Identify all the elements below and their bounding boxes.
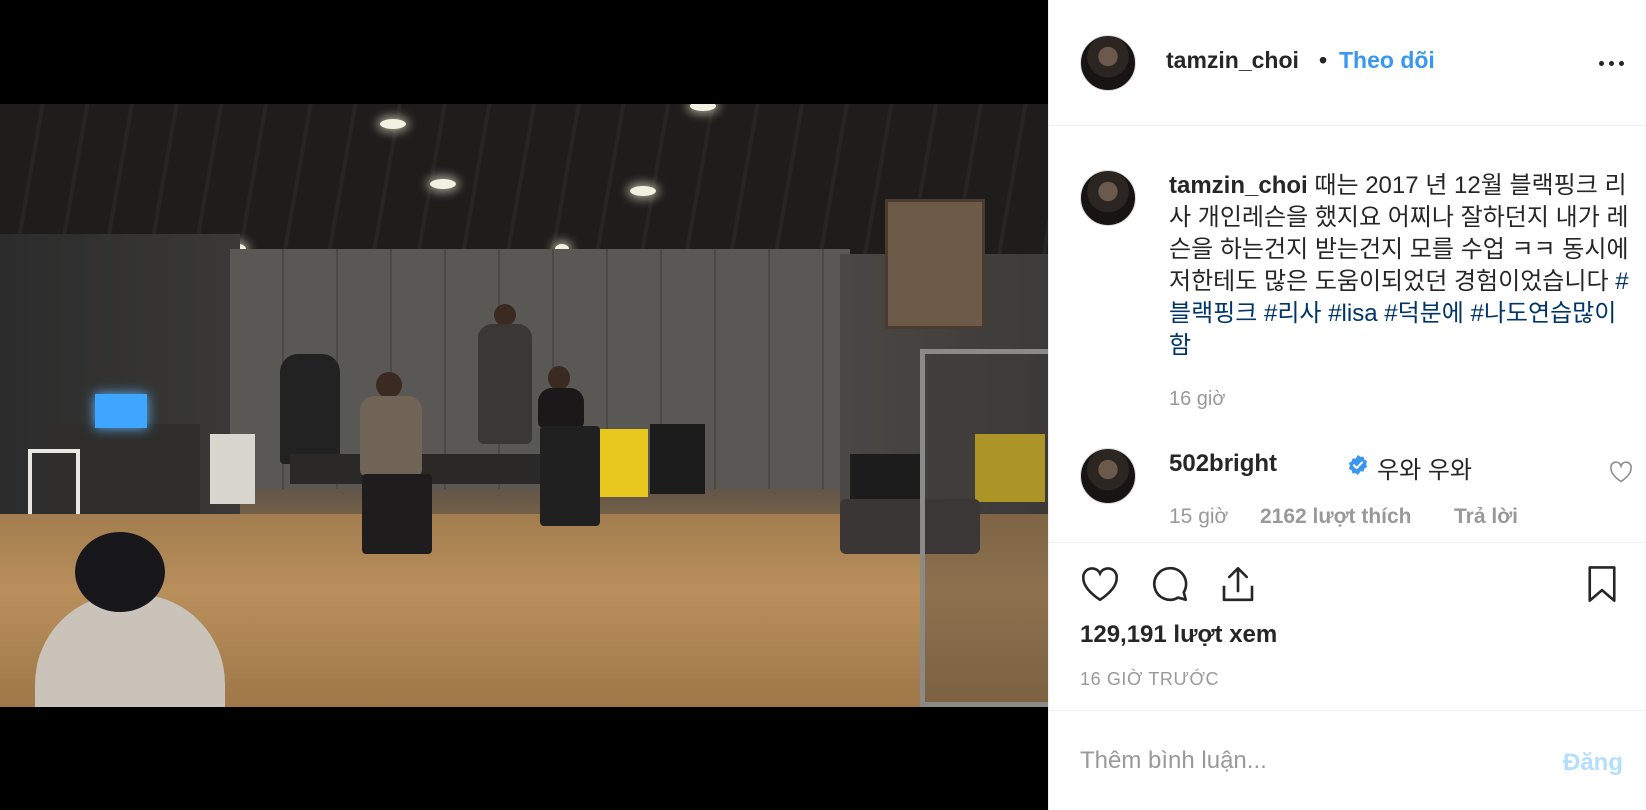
post-side-panel: tamzin_choi • Theo dõi tamzin_choi 때는 20…: [1048, 0, 1646, 810]
hashtag-link[interactable]: #덕분에: [1384, 300, 1464, 327]
video-cabinet: [210, 434, 255, 504]
video-dancer: [538, 388, 584, 428]
post-header: tamzin_choi • Theo dõi: [1049, 0, 1646, 126]
ceiling-light: [380, 119, 406, 129]
video-frame[interactable]: [0, 104, 1048, 707]
ceiling-light: [630, 186, 656, 196]
author-avatar[interactable]: [1080, 35, 1136, 91]
video-speaker: [885, 199, 985, 329]
video-person: [494, 304, 516, 326]
video-dancer: [362, 474, 432, 554]
post-comment-button[interactable]: Đăng: [1563, 749, 1623, 777]
caption-timestamp[interactable]: 16 giờ: [1169, 388, 1225, 411]
caption-username[interactable]: tamzin_choi: [1169, 172, 1308, 199]
verified-badge-icon: [1348, 454, 1368, 476]
hashtag-link[interactable]: #lisa: [1328, 300, 1377, 327]
heart-outline-icon[interactable]: [1609, 461, 1633, 483]
video-coat: [280, 354, 340, 464]
video-bag: [850, 454, 920, 504]
video-dancer: [360, 396, 422, 476]
share-upload-icon[interactable]: [1217, 563, 1259, 605]
author-username[interactable]: tamzin_choi: [1166, 47, 1299, 74]
video-doorway: [920, 349, 1048, 707]
separator-dot: •: [1319, 47, 1328, 73]
video-person: [478, 324, 532, 444]
more-horizontal-icon[interactable]: [1599, 56, 1629, 70]
video-monitor: [95, 394, 147, 428]
heart-icon[interactable]: [1079, 563, 1121, 605]
comment-text: 우와 우와: [1377, 457, 1472, 484]
comment-timestamp[interactable]: 15 giờ: [1169, 505, 1228, 529]
video-chair: [28, 449, 80, 514]
ceiling-light: [430, 179, 456, 189]
add-comment-bar: Đăng: [1049, 710, 1646, 810]
reply-button[interactable]: Trả lời: [1454, 505, 1518, 529]
video-player[interactable]: [0, 0, 1048, 810]
hashtag-link[interactable]: #리사: [1264, 300, 1322, 327]
comment-input[interactable]: [1080, 741, 1520, 781]
comment-likes-count[interactable]: 2162 lượt thích: [1260, 505, 1412, 529]
view-count[interactable]: 129,191 lượt xem: [1080, 621, 1277, 649]
post-caption: tamzin_choi 때는 2017 년 12월 블랙핑크 리사 개인레슨을 …: [1169, 170, 1629, 362]
post-actions: 129,191 lượt xem 16 GIỜ TRƯỚC: [1049, 542, 1646, 710]
caption-author-avatar[interactable]: [1080, 170, 1136, 226]
post-time-ago[interactable]: 16 GIỜ TRƯỚC: [1080, 669, 1219, 690]
video-dancer: [548, 366, 570, 390]
video-dancer: [376, 372, 402, 398]
comment-bubble-icon[interactable]: [1149, 563, 1191, 605]
bookmark-icon[interactable]: [1581, 563, 1623, 605]
comments-list[interactable]: tamzin_choi 때는 2017 년 12월 블랙핑크 리사 개인레슨을 …: [1049, 126, 1646, 542]
follow-button[interactable]: Theo dõi: [1339, 47, 1435, 74]
commenter-avatar[interactable]: [1080, 448, 1136, 504]
video-dancer: [540, 426, 600, 526]
commenter-username[interactable]: 502bright: [1169, 450, 1277, 478]
video-bag: [650, 424, 705, 494]
video-viewer-cap: [75, 532, 165, 612]
